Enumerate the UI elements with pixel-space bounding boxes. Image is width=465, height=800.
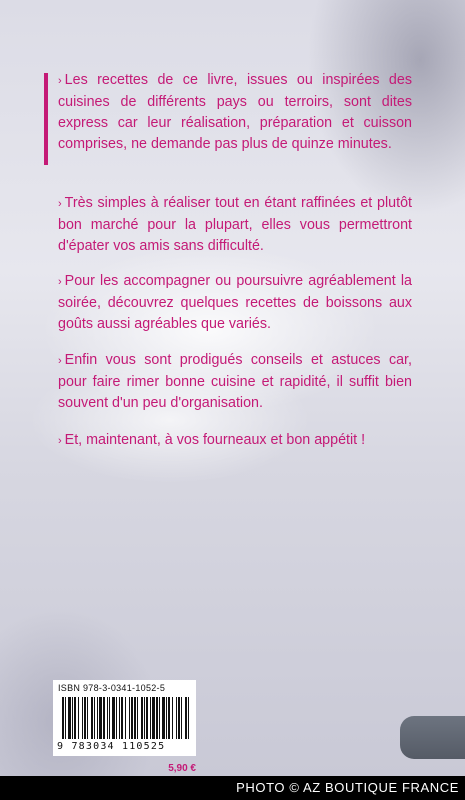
- barcode-bar: [112, 697, 115, 739]
- barcode-bar: [141, 697, 143, 739]
- barcode-bar: [146, 697, 148, 739]
- barcode-bar: [137, 697, 138, 739]
- barcode-bar: [94, 697, 95, 739]
- bullet-chevron: ›: [58, 355, 62, 367]
- barcode-bar: [162, 697, 165, 739]
- paragraph-text: Enfin vous sont prodigués conseils et as…: [58, 352, 412, 411]
- blurb-paragraph-2: › Très simples à réaliser tout en étant r…: [58, 193, 412, 257]
- paragraph-text: Et, maintenant, à vos fourneaux et bon a…: [64, 432, 366, 448]
- barcode-bar: [176, 697, 177, 739]
- blurb-paragraph-3: › Pour les accompagner ou poursuivre agré…: [58, 271, 412, 335]
- bullet-chevron: ›: [58, 198, 62, 210]
- barcode-bar: [125, 697, 126, 739]
- barcode-bar: [119, 697, 120, 739]
- barcode-bar: [181, 697, 182, 739]
- isbn-number: ISBN 978-3-0341-1052-5: [58, 683, 166, 693]
- barcode-bar: [109, 697, 110, 739]
- barcode-bar: [178, 697, 180, 739]
- photo-credit: PHOTO © AZ BOUTIQUE FRANCE: [0, 776, 465, 800]
- barcode-digits: 9 783034 110525: [57, 741, 166, 752]
- barcode-bar: [68, 697, 71, 739]
- barcode-bar: [156, 697, 158, 739]
- barcode-bar: [121, 697, 123, 739]
- price-label: 5,90 €: [168, 763, 196, 774]
- barcode-bar: [116, 697, 117, 739]
- barcode-bar: [99, 697, 102, 739]
- spine-tab: [400, 716, 465, 759]
- barcode-bar: [172, 697, 173, 739]
- barcode-bar: [168, 697, 170, 739]
- barcode-bar: [87, 697, 88, 739]
- barcode-bar: [82, 697, 83, 739]
- barcode-bar: [65, 697, 66, 739]
- barcode-bar: [150, 697, 151, 739]
- barcode-bar: [97, 697, 98, 739]
- barcode-bar: [159, 697, 160, 739]
- paragraph-text: Les recettes de ce livre, issues ou insp…: [58, 72, 412, 152]
- bullet-chevron: ›: [58, 276, 62, 288]
- bullet-chevron: ›: [58, 435, 62, 447]
- accent-bar: [44, 73, 48, 165]
- barcode-bar: [107, 697, 108, 739]
- barcode-bar: [166, 697, 167, 739]
- barcode-bar: [152, 697, 155, 739]
- barcode-bar: [129, 697, 130, 739]
- barcode-bar: [91, 697, 93, 739]
- barcode-bar: [185, 697, 187, 739]
- bullet-chevron: ›: [58, 75, 62, 87]
- blurb-paragraph-5: › Et, maintenant, à vos fourneaux et bon …: [58, 430, 412, 452]
- barcode-bar: [74, 697, 76, 739]
- barcode-bar: [188, 697, 189, 739]
- barcode-bar: [103, 697, 105, 739]
- barcode-bar: [78, 697, 79, 739]
- blurb-paragraph-1: › Les recettes de ce livre, issues ou ins…: [58, 70, 412, 155]
- barcode-bar: [131, 697, 133, 739]
- blurb-paragraph-4: › Enfin vous sont prodigués conseils et a…: [58, 350, 412, 414]
- back-cover: › Les recettes de ce livre, issues ou ins…: [0, 0, 465, 776]
- barcode-bar: [134, 697, 136, 739]
- barcode-label: ISBN 978-3-0341-1052-5 9 783034 110525: [53, 680, 196, 756]
- barcode-bar: [84, 697, 86, 739]
- barcode-bar: [62, 697, 64, 739]
- barcode-bar: [72, 697, 73, 739]
- paragraph-text: Très simples à réaliser tout en étant ra…: [58, 195, 412, 254]
- barcode-icon: [62, 697, 189, 739]
- paragraph-text: Pour les accompagner ou poursuivre agréa…: [58, 273, 412, 332]
- barcode-bar: [144, 697, 145, 739]
